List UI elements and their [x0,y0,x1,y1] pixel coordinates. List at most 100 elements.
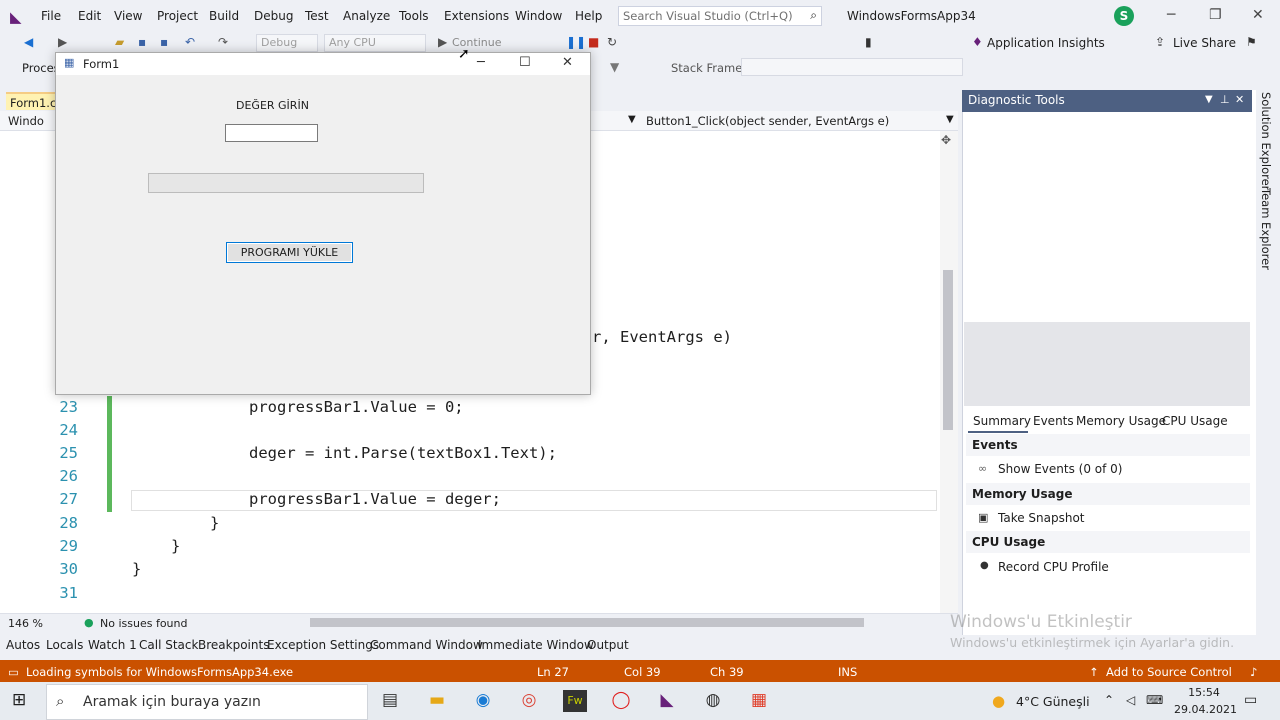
menu-project[interactable]: Project [157,9,198,23]
tab-autos[interactable]: Autos [6,638,40,652]
feedback-icon[interactable]: ⚑ [1246,35,1257,49]
application-insights-button[interactable]: Application Insights [987,36,1105,50]
code-line: deger = int.Parse(textBox1.Text); [249,444,557,462]
tab-exception-settings[interactable]: Exception Settings [267,638,379,652]
tab-form1-cs[interactable]: Form1.cs [6,92,62,110]
taskbar-search-input[interactable]: Aramak için buraya yazın [46,684,368,720]
close-icon[interactable]: ✕ [1252,7,1264,23]
save-all-icon[interactable]: ▪ [160,35,168,49]
value-textbox[interactable] [225,124,318,142]
redo-icon[interactable]: ↷ [218,35,228,49]
chrome-icon[interactable]: ◎ [517,690,541,712]
menu-extensions[interactable]: Extensions [444,9,509,23]
close-icon[interactable]: ✕ [1235,93,1244,106]
menu-tools[interactable]: Tools [399,9,429,23]
restore-icon[interactable]: ❐ [1209,7,1222,23]
menu-file[interactable]: File [41,9,61,23]
bookmark-icon[interactable]: ▮ [865,35,872,49]
load-program-button[interactable]: PROGRAMI YÜKLE [226,242,353,263]
tab-solution-explorer[interactable]: Solution Explorer [1259,92,1273,190]
process-label: Proces [22,61,60,75]
filter-icon[interactable]: ▼ [610,60,619,74]
form-app-icon[interactable]: ▦ [747,690,771,712]
menu-edit[interactable]: Edit [78,9,101,23]
tab-summary[interactable]: Summary [973,414,1031,428]
menu-test[interactable]: Test [305,9,329,23]
clock-time[interactable]: 15:54 [1176,686,1232,699]
forward-icon[interactable]: ▶ [58,35,67,49]
record-cpu-profile-button[interactable]: Record CPU Profile [998,560,1109,574]
stop-icon[interactable]: ■ [588,35,599,49]
take-snapshot-button[interactable]: Take Snapshot [998,511,1085,525]
menu-help[interactable]: Help [575,9,602,23]
menu-view[interactable]: View [114,9,142,23]
split-icon[interactable]: ✥ [941,133,951,147]
task-view-icon[interactable]: ▤ [378,690,402,712]
add-to-source-control-button[interactable]: Add to Source Control [1106,665,1232,679]
project-title: WindowsFormsApp34 [847,9,976,23]
platform-select[interactable]: Any CPU [324,34,426,52]
change-indicator [107,396,112,512]
file-explorer-icon[interactable]: ▬ [425,690,449,712]
chevron-down-icon[interactable]: ▼ [946,114,954,125]
tab-breakpoints[interactable]: Breakpoints [198,638,269,652]
tab-locals[interactable]: Locals [46,638,83,652]
issues-indicator[interactable]: No issues found [100,617,187,630]
visual-studio-icon[interactable]: ◣ [655,690,679,712]
opera-icon[interactable]: ◯ [609,690,633,712]
restart-icon[interactable]: ↻ [607,35,617,49]
show-events-link[interactable]: Show Events (0 of 0) [998,462,1122,476]
zoom-level[interactable]: 146 % [8,617,43,630]
menu-debug[interactable]: Debug [254,9,293,23]
language-icon[interactable]: ⌨ [1146,693,1163,707]
fireworks-icon[interactable]: Fw [563,690,587,712]
tab-call-stack[interactable]: Call Stack [139,638,198,652]
tab-immediate-window[interactable]: Immediate Window [478,638,594,652]
configuration-select[interactable]: Debug [256,34,318,52]
status-message: Loading symbols for WindowsFormsApp34.ex… [26,665,294,679]
minimize-icon[interactable]: ─ [477,55,485,70]
dropdown-icon[interactable]: ▼ [1205,94,1213,105]
line-number: 26 [59,467,78,485]
scrollbar-thumb[interactable] [943,270,953,430]
tab-cpu-usage[interactable]: CPU Usage [1162,414,1228,428]
maximize-icon[interactable]: ☐ [519,55,531,70]
action-center-icon[interactable]: ▭ [1244,692,1257,708]
live-share-button[interactable]: Live Share [1173,36,1236,50]
tab-output[interactable]: Output [587,638,629,652]
windows-start-icon[interactable]: ⊞ [12,690,26,710]
save-icon[interactable]: ▪ [138,35,146,49]
tray-chevron-icon[interactable]: ⌃ [1104,693,1114,707]
stack-frame-select[interactable] [741,58,963,76]
tab-team-explorer[interactable]: Team Explorer [1259,188,1273,270]
tab-command-window[interactable]: Command Window [370,638,483,652]
edge-icon[interactable]: ◉ [471,690,495,712]
open-folder-icon[interactable]: ▰ [115,35,124,49]
form1-titlebar[interactable] [56,53,590,75]
close-icon[interactable]: ✕ [562,55,573,70]
undo-icon[interactable]: ↶ [185,35,195,49]
pin-icon[interactable]: ⊥ [1220,93,1230,106]
line-number: 30 [59,560,78,578]
clock-date[interactable]: 29.04.2021 [1174,703,1237,716]
obs-icon[interactable]: ◍ [701,690,725,712]
avatar[interactable]: S [1114,6,1134,26]
tab-watch-1[interactable]: Watch 1 [88,638,137,652]
tab-events[interactable]: Events [1033,414,1074,428]
volume-icon[interactable]: ◁ [1126,693,1135,707]
weather-text[interactable]: 4°C Güneşli [1016,694,1090,709]
method-selector[interactable]: Button1_Click(object sender, EventArgs e… [646,114,889,128]
menu-window[interactable]: Window [515,9,562,23]
search-input[interactable]: Search Visual Studio (Ctrl+Q) ⌕ [618,6,822,26]
notification-bell-icon[interactable]: ♪ [1250,665,1257,679]
class-selector[interactable]: Windo [8,114,44,128]
tab-memory-usage[interactable]: Memory Usage [1076,414,1166,428]
chevron-down-icon[interactable]: ▼ [628,114,636,125]
back-icon[interactable]: ◀ [24,35,33,49]
minimize-icon[interactable]: ─ [1167,7,1175,23]
horizontal-scrollbar-thumb[interactable] [310,618,864,627]
menu-analyze[interactable]: Analyze [343,9,390,23]
break-all-icon[interactable]: ❚❚ [566,35,586,49]
menu-build[interactable]: Build [209,9,239,23]
share-icon: ⇪ [1155,35,1166,49]
